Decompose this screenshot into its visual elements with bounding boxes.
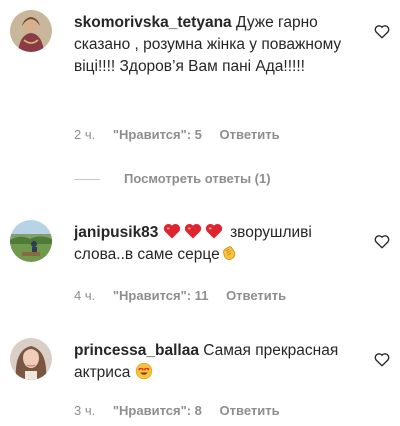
comment-likes[interactable]: "Нравится": 8	[113, 403, 202, 418]
comment-item: skomorivska_tetyana Дуже гарно сказано ,…	[0, 0, 400, 160]
comment-likes[interactable]: "Нравится": 5	[113, 127, 202, 142]
comment-time: 2 ч.	[74, 127, 96, 142]
avatar[interactable]	[10, 10, 52, 52]
comment-username[interactable]: skomorivska_tetyana	[74, 14, 232, 31]
comment-item: princessa_ballaa Самая прекрасная актрис…	[0, 328, 400, 426]
avatar[interactable]	[10, 338, 52, 380]
red-heart-icon	[184, 223, 201, 239]
view-replies-button[interactable]: Посмотреть ответы (1)	[74, 171, 271, 186]
avatar[interactable]	[10, 220, 52, 262]
comment-username[interactable]: janipusik83	[74, 224, 158, 241]
heart-outline-icon[interactable]	[374, 24, 390, 39]
avatar-girl-icon	[10, 338, 52, 380]
comment-meta: 3 ч. "Нравится": 8 Ответить	[74, 403, 294, 418]
clapping-hand-icon	[222, 246, 235, 260]
comment-username[interactable]: princessa_ballaa	[74, 342, 199, 359]
reply-button[interactable]: Ответить	[220, 127, 280, 142]
avatar-landscape-icon	[10, 220, 52, 262]
comment-text: princessa_ballaa Самая прекрасная актрис…	[74, 340, 354, 384]
comment-likes[interactable]: "Нравится": 11	[113, 288, 209, 303]
red-heart-icon	[205, 223, 222, 239]
heart-outline-icon[interactable]	[374, 352, 390, 367]
heart-outline-icon[interactable]	[374, 234, 390, 249]
heart-eyes-face-icon	[135, 362, 152, 380]
comment-item: janipusik83 зворушливі слова..в саме сер…	[0, 210, 400, 310]
avatar-woman-icon	[10, 10, 52, 52]
comment-time: 3 ч.	[74, 403, 96, 418]
red-heart-icon	[163, 223, 180, 239]
reply-button[interactable]: Ответить	[226, 288, 286, 303]
comment-text: skomorivska_tetyana Дуже гарно сказано ,…	[74, 12, 354, 78]
comment-meta: 2 ч. "Нравится": 5 Ответить	[74, 127, 294, 142]
comment-text: janipusik83 зворушливі слова..в саме сер…	[74, 222, 354, 266]
comment-time: 4 ч.	[74, 288, 96, 303]
comment-meta: 4 ч. "Нравится": 11 Ответить	[74, 288, 300, 303]
reply-button[interactable]: Ответить	[220, 403, 280, 418]
replies-divider	[74, 179, 100, 181]
view-replies-label[interactable]: Посмотреть ответы (1)	[124, 171, 271, 186]
